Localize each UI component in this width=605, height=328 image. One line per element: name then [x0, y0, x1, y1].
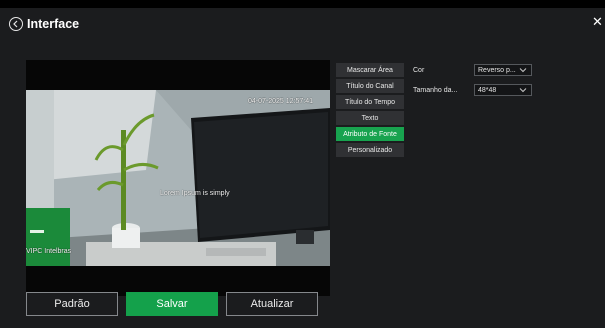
default-button[interactable]: Padrão: [26, 292, 118, 316]
refresh-button[interactable]: Atualizar: [226, 292, 318, 316]
font-size-select[interactable]: 48*48: [474, 84, 532, 96]
font-size-select-value: 48*48: [478, 86, 497, 94]
chevron-down-icon: [519, 68, 527, 73]
interface-panel: Interface ✕ 04-07-2025 12:57:41 Lorem Ip…: [0, 8, 605, 328]
channel-title-overlay: VIPC Intelbras: [26, 248, 72, 255]
color-select-value: Reverso p...: [478, 66, 516, 74]
font-size-label: Tamanho da...: [413, 87, 458, 94]
timestamp-overlay: 04-07-2025 12:57:41: [248, 98, 313, 105]
custom-text-overlay: Lorem Ipsum is simply: [160, 190, 230, 197]
menu-item-mascarar-area[interactable]: Mascarar Área: [336, 63, 404, 77]
menu-item-titulo-tempo[interactable]: Título do Tempo: [336, 95, 404, 109]
video-preview[interactable]: 04-07-2025 12:57:41 Lorem Ipsum is simpl…: [26, 60, 330, 296]
color-label: Cor: [413, 67, 425, 74]
save-button[interactable]: Salvar: [126, 292, 218, 316]
overlay-menu: Mascarar Área Título do Canal Título do …: [336, 63, 404, 159]
back-icon[interactable]: [9, 17, 23, 31]
color-select[interactable]: Reverso p...: [474, 64, 532, 76]
page-header: Interface: [9, 15, 79, 33]
chevron-down-icon: [519, 88, 527, 93]
close-icon[interactable]: ✕: [592, 15, 603, 29]
page-title: Interface: [27, 17, 80, 31]
menu-item-personalizado[interactable]: Personalizado: [336, 143, 404, 157]
menu-item-titulo-canal[interactable]: Título do Canal: [336, 79, 404, 93]
camera-image: 04-07-2025 12:57:41 Lorem Ipsum is simpl…: [26, 90, 330, 266]
menu-item-atributo-fonte[interactable]: Atributo de Fonte: [336, 127, 404, 141]
menu-item-texto[interactable]: Texto: [336, 111, 404, 125]
